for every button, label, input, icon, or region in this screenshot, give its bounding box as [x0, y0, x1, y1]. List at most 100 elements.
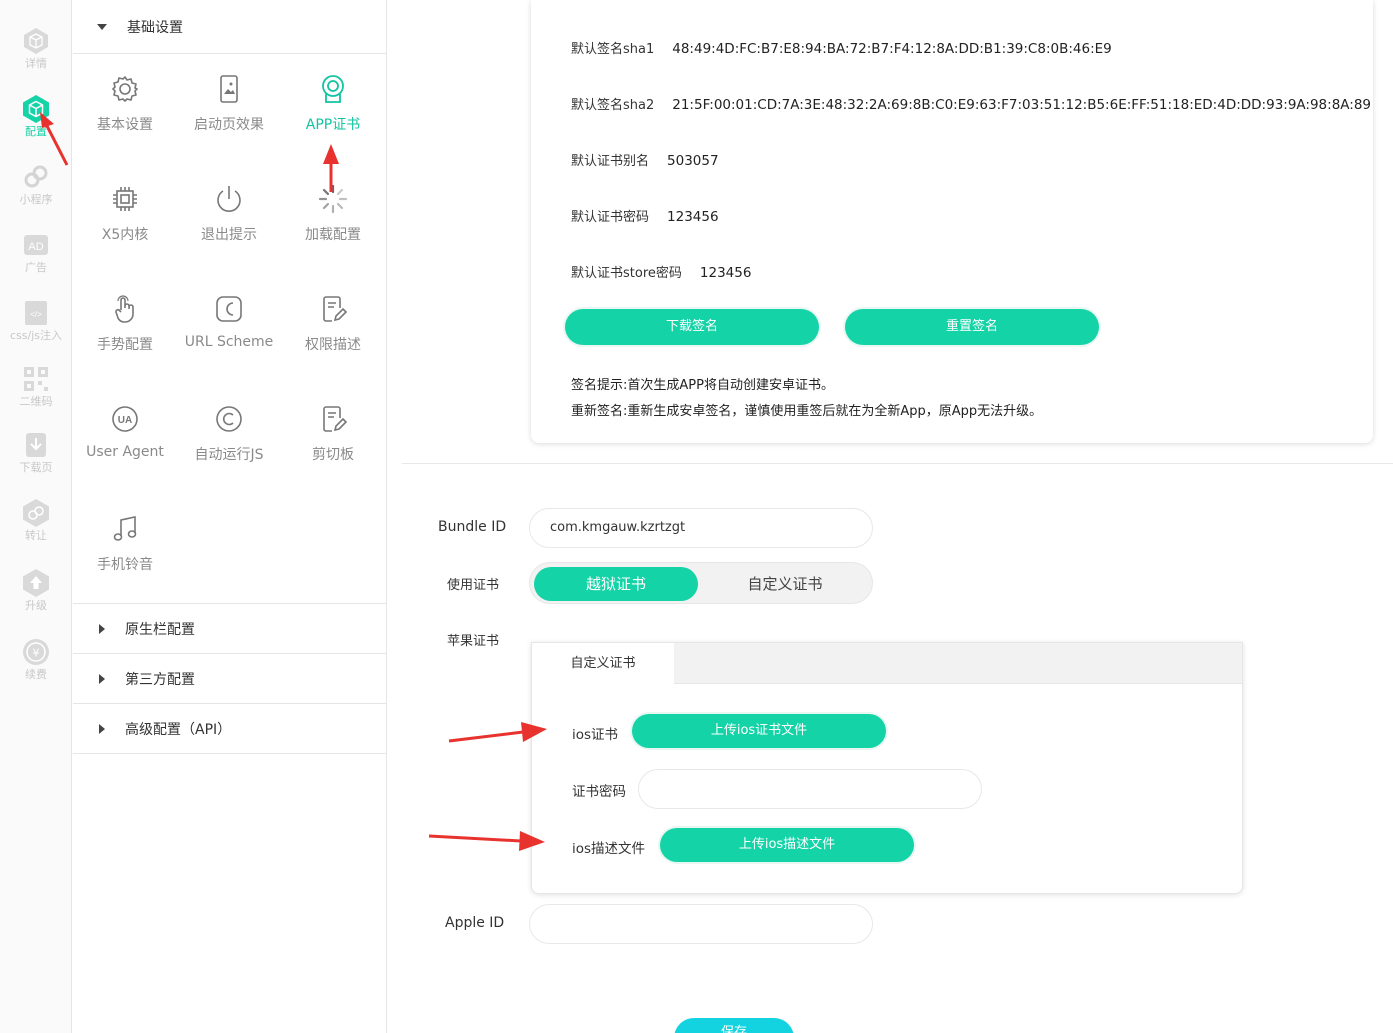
apple-id-input[interactable] [529, 904, 873, 944]
section-advanced-api[interactable]: 高级配置（API） [73, 704, 386, 754]
sha1-label: 默认签名sha1 [571, 42, 655, 57]
rail-label: css/js注入 [9, 329, 62, 342]
grid-item-user-agent[interactable]: UA User Agent [73, 404, 177, 484]
rail-item-upgrade[interactable]: 升级 [0, 568, 72, 632]
url-scheme-icon [216, 296, 242, 322]
grid-label: 加载配置 [305, 227, 361, 243]
apple-cert-panel: 自定义证书 ios证书 上传ios证书文件 证书密码 ios描述文件 上传ios… [531, 642, 1243, 894]
rail-item-inject[interactable]: </> css/js注入 [0, 298, 72, 362]
hand-icon [115, 295, 134, 323]
section-label: 第三方配置 [125, 671, 195, 688]
svg-text:¥: ¥ [33, 647, 40, 660]
svg-text:UA: UA [118, 415, 132, 426]
caret-right-icon [99, 723, 105, 734]
ad-icon: AD [24, 235, 48, 255]
qrcode-icon [24, 367, 48, 391]
grid-label: 启动页效果 [194, 117, 264, 133]
sha1-value: 48:49:4D:FC:B7:E8:94:BA:72:B7:F4:12:8A:D… [672, 41, 1112, 57]
rail-item-ad[interactable]: AD 广告 [0, 230, 72, 294]
download-signature-button[interactable]: 下载签名 [565, 309, 819, 345]
signature-tip: 签名提示:首次生成APP将自动创建安卓证书。 [571, 378, 834, 393]
grid-label: 权限描述 [305, 337, 361, 353]
rail-item-qrcode[interactable]: 二维码 [0, 364, 72, 428]
grid-item-ringtone[interactable]: 手机铃音 [73, 514, 177, 594]
copyright-icon [216, 406, 242, 432]
sha1-row: 默认签名sha1 48:49:4D:FC:B7:E8:94:BA:72:B7:F4… [571, 38, 1112, 57]
grid-label: 自动运行JS [194, 447, 264, 463]
apple-id-label: Apple ID [445, 915, 505, 931]
clipboard-icon [323, 406, 348, 432]
use-cert-label: 使用证书 [447, 578, 500, 593]
certificate-icon [322, 75, 344, 103]
main-panel: 默认签名sha1 48:49:4D:FC:B7:E8:94:BA:72:B7:F4… [388, 0, 1393, 1033]
store-password-label: 默认证书store密码 [571, 266, 682, 281]
caret-right-icon [99, 673, 105, 684]
upload-ios-cert-button[interactable]: 上传ios证书文件 [632, 714, 886, 748]
grid-item-auto-js[interactable]: 自动运行JS [177, 404, 281, 484]
svg-text:AD: AD [28, 241, 43, 253]
store-password-value: 123456 [699, 265, 752, 281]
download-page-icon [26, 433, 46, 457]
section-basic-settings[interactable]: 基础设置 [73, 0, 386, 54]
cert-password-value: 123456 [667, 209, 719, 225]
section-native-bar[interactable]: 原生栏配置 [73, 604, 386, 654]
rail-item-detail[interactable]: 详情 [0, 26, 72, 90]
grid-item-loading[interactable]: 加载配置 [281, 184, 385, 264]
svg-text:</>: </> [30, 310, 42, 319]
sha2-row: 默认签名sha2 21:5F:00:01:CD:7A:3E:48:32:2A:69… [571, 94, 1371, 113]
ios-profile-label: ios描述文件 [572, 841, 646, 857]
phone-image-icon [220, 75, 238, 103]
rail-item-renew[interactable]: ¥ 续费 [0, 637, 72, 701]
reset-signature-button[interactable]: 重置签名 [845, 309, 1099, 345]
grid-label: X5内核 [101, 227, 149, 243]
section-label: 原生栏配置 [125, 621, 195, 638]
grid-label: 手势配置 [97, 337, 153, 353]
cert-password-label: 证书密码 [572, 784, 626, 800]
grid-item-gesture[interactable]: 手势配置 [73, 294, 177, 374]
rail-item-transfer[interactable]: 转让 [0, 498, 72, 562]
section-label: 基础设置 [127, 19, 183, 36]
tab-custom-cert[interactable]: 自定义证书 [532, 643, 674, 685]
transfer-icon [23, 499, 49, 527]
annotation-arrow-icon [323, 144, 339, 192]
grid-item-exit-tip[interactable]: 退出提示 [177, 184, 281, 264]
custom-cert-option[interactable]: 自定义证书 [700, 567, 870, 601]
alias-value: 503057 [667, 153, 719, 169]
store-password-row: 默认证书store密码 123456 [571, 262, 751, 281]
grid-item-permission[interactable]: 权限描述 [281, 294, 385, 374]
music-icon [113, 516, 137, 541]
sha2-value: 21:5F:00:01:CD:7A:3E:48:32:2A:69:8B:C0:E… [672, 97, 1372, 113]
alias-label: 默认证书别名 [571, 154, 650, 169]
hexagon-detail-icon [24, 28, 48, 54]
rail-label: 下载页 [19, 461, 53, 474]
grid-item-url-scheme[interactable]: URL Scheme [177, 294, 281, 374]
cert-password-row: 默认证书密码 123456 [571, 206, 719, 225]
rail-item-download-page[interactable]: 下载页 [0, 430, 72, 494]
android-signature-card: 默认签名sha1 48:49:4D:FC:B7:E8:94:BA:72:B7:F4… [531, 0, 1373, 443]
section-divider [402, 463, 1393, 464]
cert-type-toggle: 越狱证书 自定义证书 [529, 562, 873, 604]
grid-label: 基本设置 [97, 117, 153, 133]
grid-item-basic-settings[interactable]: 基本设置 [73, 74, 177, 154]
apple-cert-label: 苹果证书 [447, 634, 500, 649]
caret-down-icon [97, 23, 107, 30]
grid-item-splash[interactable]: 启动页效果 [177, 74, 281, 154]
rail-label: 广告 [25, 261, 47, 274]
save-button[interactable]: 保存 [674, 1018, 794, 1033]
bundle-id-label: Bundle ID [438, 519, 507, 535]
section-third-party[interactable]: 第三方配置 [73, 654, 386, 704]
rail-label: 详情 [25, 57, 47, 70]
cert-password-input[interactable] [638, 769, 982, 809]
rail-item-mini-program[interactable]: 小程序 [0, 162, 72, 226]
alias-row: 默认证书别名 503057 [571, 150, 719, 169]
grid-label: 剪切板 [312, 447, 354, 463]
cert-tabs: 自定义证书 [532, 643, 1242, 685]
annotation-arrow-icon [428, 831, 545, 851]
upgrade-icon [23, 569, 49, 597]
bundle-id-input[interactable]: com.kmgauw.kzrtzgt [529, 508, 873, 548]
grid-item-clipboard[interactable]: 剪切板 [281, 404, 385, 484]
upload-ios-profile-button[interactable]: 上传ios描述文件 [660, 828, 914, 862]
jailbreak-cert-option[interactable]: 越狱证书 [534, 567, 698, 601]
grid-item-x5[interactable]: X5内核 [73, 184, 177, 264]
annotation-arrow-icon [448, 722, 547, 743]
